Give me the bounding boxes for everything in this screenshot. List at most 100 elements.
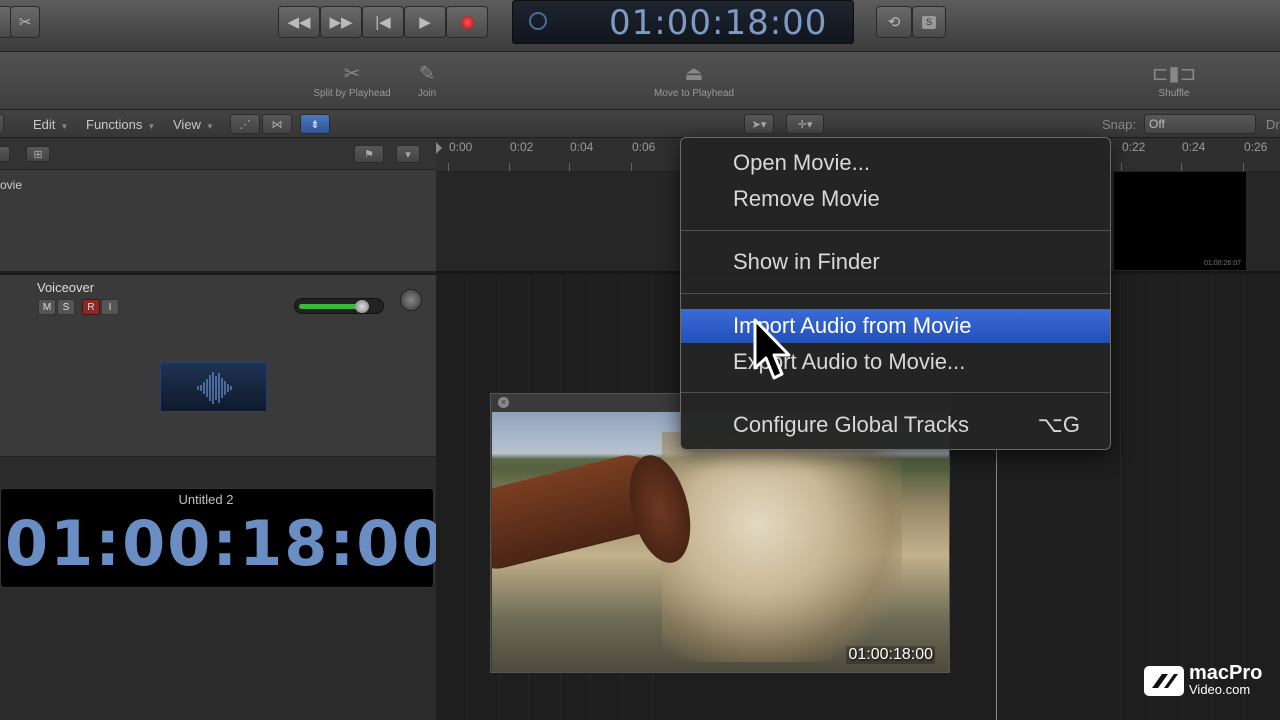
- functions-menu[interactable]: Functions ▼: [86, 117, 155, 132]
- view-menu[interactable]: View ▼: [173, 117, 214, 132]
- macprovideo-logo: macPro Video.com: [1144, 662, 1264, 698]
- large-time-display: Untitled 2 01:00:18:00: [0, 488, 445, 588]
- rewind-button[interactable]: ◀◀: [278, 6, 320, 38]
- ruler-tickline: [631, 163, 632, 171]
- large-time: 01:00:18:00: [5, 507, 447, 580]
- edit-menu[interactable]: Edit ▼: [33, 117, 68, 132]
- toolbar: ✂ Split by Playhead ✎ Join ⏏ Move to Pla…: [0, 52, 1280, 110]
- chevron-down-icon: ▼: [147, 122, 156, 131]
- fast-forward-button[interactable]: ▶▶: [320, 6, 362, 38]
- thumbnail-timecode: 01:00:26:07: [1204, 260, 1241, 267]
- ruler-tickline: [1243, 163, 1244, 171]
- flex-button[interactable]: ⋈: [262, 114, 292, 134]
- skip-back-icon: |◀: [375, 14, 391, 31]
- ruler-tickline: [1181, 163, 1182, 171]
- track-header-bar: ⊞ ⚑ ▾: [0, 138, 436, 170]
- grid-line: [1212, 275, 1213, 720]
- scissors-icon[interactable]: ✂: [10, 6, 40, 38]
- grid-line: [466, 275, 467, 720]
- pointer-tool-button[interactable]: ➤▾: [744, 114, 774, 134]
- shuffle-button[interactable]: ⊏▮⊐ Shuffle: [1138, 60, 1210, 99]
- solo-button[interactable]: S: [912, 6, 946, 38]
- ruler-tickline: [1121, 163, 1122, 171]
- ruler-tick: 0:24: [1182, 140, 1206, 154]
- waveform-icon: [160, 362, 267, 412]
- input-monitor-button[interactable]: I: [101, 299, 119, 315]
- go-to-beginning-button[interactable]: |◀: [362, 6, 404, 38]
- volume-knob[interactable]: [355, 300, 369, 313]
- menu-separator: [681, 392, 1110, 393]
- track-menu-button[interactable]: ▾: [396, 145, 420, 163]
- record-button[interactable]: [446, 6, 488, 38]
- menu-edge-button[interactable]: [0, 114, 4, 134]
- playhead-start-icon: [436, 142, 442, 154]
- add-track-button[interactable]: ⊞: [26, 146, 50, 162]
- solo-icon: S: [922, 15, 936, 29]
- automation-button[interactable]: ⋰: [230, 114, 260, 134]
- context-menu: Open Movie... Remove Movie Show in Finde…: [680, 137, 1111, 450]
- record-icon: [460, 15, 474, 29]
- grid-line: [1120, 275, 1121, 720]
- mouse-pointer-icon: [753, 318, 791, 380]
- ruler-tickline: [569, 163, 570, 171]
- grid-line: [1244, 275, 1245, 720]
- join-button[interactable]: ✎ Join: [406, 60, 448, 99]
- menu-separator: [681, 293, 1110, 294]
- menu-item-configure-global-tracks[interactable]: Configure Global Tracks ⌥G: [681, 408, 1110, 442]
- crosshair-icon: ✛▾: [797, 118, 813, 131]
- transport-bar: ✂ ◀◀ ▶▶ |◀ ▶ 01:00:18:00 ⟲ S: [0, 0, 1280, 52]
- move-to-playhead-button[interactable]: ⏏ Move to Playhead: [646, 60, 742, 99]
- cycle-icon: ⟲: [887, 14, 901, 31]
- ruler-tick: 0:00: [449, 140, 473, 154]
- mute-button[interactable]: M: [38, 299, 56, 315]
- solo-button[interactable]: S: [57, 299, 75, 315]
- track-name: Voiceover: [37, 280, 95, 295]
- keyboard-shortcut: ⌥G: [1037, 412, 1080, 437]
- crosshair-tool-button[interactable]: ✛▾: [786, 114, 824, 134]
- chevron-down-icon: ▾: [405, 148, 411, 161]
- join-label: Join: [417, 88, 437, 99]
- shuffle-label: Shuffle: [1158, 88, 1190, 99]
- close-icon[interactable]: ×: [498, 397, 509, 408]
- ruler-tick: 0:06: [632, 140, 656, 154]
- flex-icon: ⋈: [271, 118, 283, 131]
- menu-item-open-movie[interactable]: Open Movie...: [681, 146, 1110, 180]
- project-title: Untitled 2: [178, 492, 234, 507]
- split-by-playhead-button[interactable]: ✂ Split by Playhead: [306, 60, 398, 99]
- play-icon: ▶: [419, 14, 431, 31]
- split-label: Split by Playhead: [313, 88, 391, 99]
- catch-button[interactable]: ⇟: [300, 114, 330, 134]
- record-enable-button[interactable]: R: [82, 299, 100, 315]
- logo-icon: [1144, 666, 1184, 696]
- ruler-tick: 0:02: [510, 140, 534, 154]
- volume-slider[interactable]: [294, 298, 384, 314]
- play-button[interactable]: ▶: [404, 6, 446, 38]
- chevron-down-icon: ▼: [60, 122, 69, 131]
- ruler-tickline: [448, 163, 449, 171]
- menu-item-import-audio[interactable]: Import Audio from Movie: [681, 309, 1110, 343]
- snap-select[interactable]: Off: [1144, 114, 1256, 134]
- lcd-display[interactable]: 01:00:18:00: [512, 0, 854, 44]
- move-label: Move to Playhead: [653, 88, 735, 99]
- playhead-line[interactable]: [996, 440, 997, 720]
- edit-menu-label: Edit: [33, 117, 56, 132]
- track-options-button[interactable]: ⚑: [354, 145, 384, 163]
- remove-track-button[interactable]: [0, 146, 10, 162]
- playhead-icon: ⏏: [684, 63, 704, 85]
- menu-separator: [681, 230, 1110, 231]
- menu-item-remove-movie[interactable]: Remove Movie: [681, 182, 1110, 216]
- lcd-time: 01:00:18:00: [609, 3, 828, 43]
- catch-icon: ⇟: [310, 118, 320, 131]
- grid-line: [1182, 275, 1183, 720]
- movie-thumbnail[interactable]: 01:00:26:07: [1114, 172, 1246, 270]
- movie-track-header[interactable]: ovie: [0, 170, 436, 273]
- cycle-button[interactable]: ⟲: [876, 6, 912, 38]
- menu-item-show-in-finder[interactable]: Show in Finder: [681, 245, 1110, 279]
- scissors-icon: ✂: [343, 63, 361, 85]
- chevron-down-icon: ▼: [205, 122, 214, 131]
- menu-item-export-audio[interactable]: Export Audio to Movie...: [681, 345, 1110, 379]
- pan-knob[interactable]: [400, 289, 422, 311]
- movie-frame-image: 01:00:18:00: [492, 412, 949, 672]
- logo-text-bottom: Video.com: [1189, 682, 1251, 697]
- snap-value: Off: [1149, 117, 1165, 131]
